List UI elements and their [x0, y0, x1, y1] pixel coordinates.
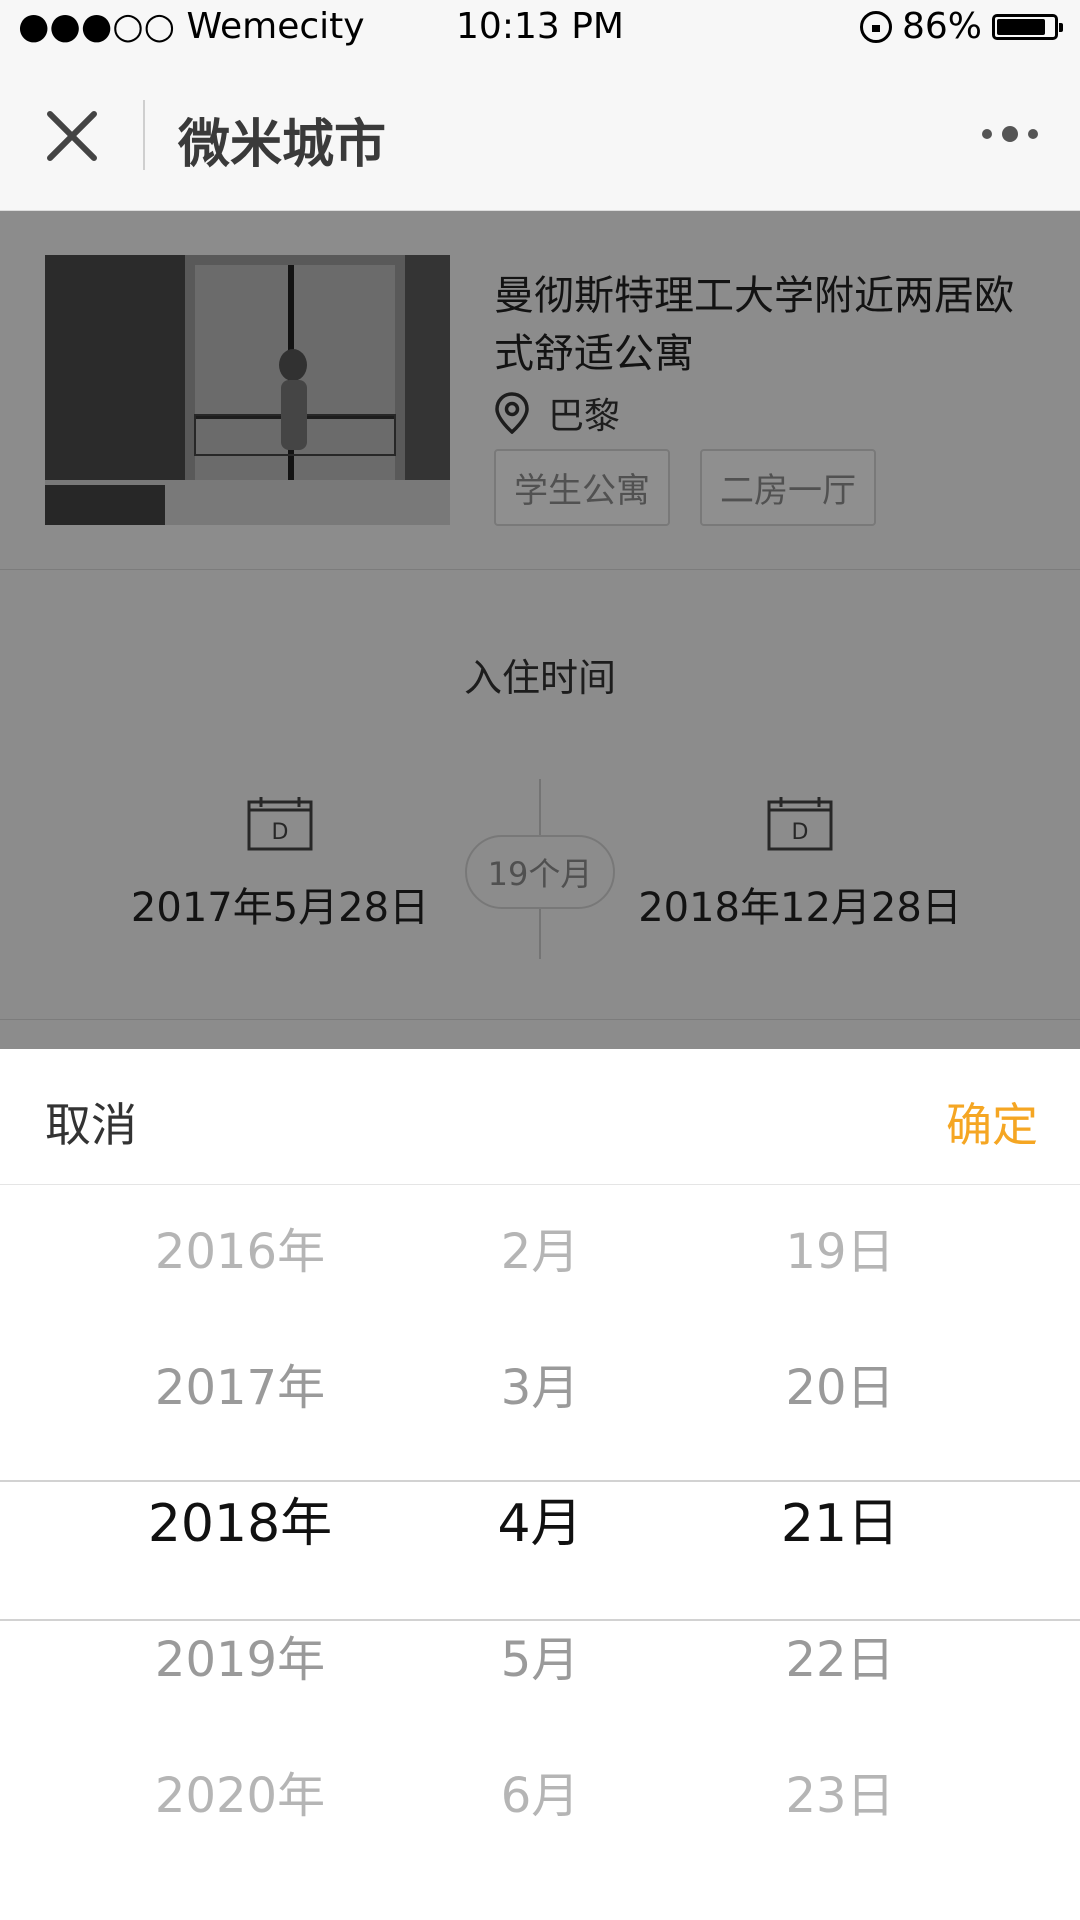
day-option[interactable]: 23日: [690, 1728, 990, 1864]
status-bar: ●●●○○ Wemecity 10:13 PM 86%: [0, 0, 1080, 58]
more-icon[interactable]: [980, 124, 1040, 144]
day-option[interactable]: 22日: [690, 1592, 990, 1728]
selection-top-line: [0, 1480, 1080, 1482]
month-option[interactable]: 2月: [390, 1184, 690, 1320]
nav-bar: 微米城市: [0, 58, 1080, 211]
day-option[interactable]: 20日: [690, 1320, 990, 1456]
battery-icon: [992, 13, 1063, 40]
year-option[interactable]: 2020年: [90, 1728, 390, 1864]
month-wheel[interactable]: 2月 3月 4月 5月 6月: [390, 1184, 690, 1864]
day-option[interactable]: 19日: [690, 1184, 990, 1320]
year-option[interactable]: 2017年: [90, 1320, 390, 1456]
page-title: 微米城市: [178, 115, 387, 175]
month-option[interactable]: 5月: [390, 1592, 690, 1728]
picker-header: 取消 确定: [0, 1049, 1080, 1185]
year-option[interactable]: 2016年: [90, 1184, 390, 1320]
close-icon[interactable]: [42, 106, 102, 166]
month-option-selected[interactable]: 4月: [390, 1456, 690, 1592]
selection-bottom-line: [0, 1619, 1080, 1621]
battery-percent: 86%: [901, 6, 982, 47]
month-option[interactable]: 3月: [390, 1320, 690, 1456]
date-picker: 取消 确定 2016年 2017年 2018年 2019年 2020年 2月 3…: [0, 1049, 1080, 1920]
nav-divider: [143, 100, 145, 170]
confirm-button[interactable]: 确定: [946, 1089, 1038, 1155]
modal-overlay[interactable]: [0, 211, 1080, 1049]
day-wheel[interactable]: 19日 20日 21日 22日 23日: [690, 1184, 990, 1864]
year-wheel[interactable]: 2016年 2017年 2018年 2019年 2020年: [90, 1184, 390, 1864]
cancel-button[interactable]: 取消: [45, 1089, 137, 1155]
rotation-lock-icon: [859, 10, 892, 43]
month-option[interactable]: 6月: [390, 1728, 690, 1864]
year-option-selected[interactable]: 2018年: [90, 1456, 390, 1592]
status-right: 86%: [859, 6, 1063, 47]
year-option[interactable]: 2019年: [90, 1592, 390, 1728]
day-option-selected[interactable]: 21日: [690, 1456, 990, 1592]
